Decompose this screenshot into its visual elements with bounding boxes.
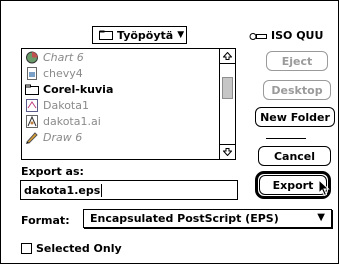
button-divider (266, 138, 306, 139)
scroll-up-icon[interactable] (220, 49, 235, 64)
cancel-button[interactable]: Cancel (258, 146, 331, 166)
list-item[interactable]: dakota1.ai (22, 113, 220, 129)
list-item[interactable]: Corel-kuvia (22, 81, 220, 97)
selected-only-checkbox[interactable]: Selected Only (21, 242, 122, 255)
folder-popup-label: Työpöytä (117, 28, 174, 42)
document-file-icon (25, 98, 39, 112)
new-folder-button[interactable]: New Folder (255, 107, 335, 127)
list-item[interactable]: Chart 6 (22, 49, 220, 65)
folder-popup[interactable]: Työpöytä ▼ (92, 26, 187, 44)
file-list-scrollbar[interactable] (219, 49, 235, 159)
list-item[interactable]: chevy4 (22, 65, 220, 81)
disk-label: ISO QUU (271, 29, 324, 42)
scroll-down-icon[interactable] (220, 144, 235, 159)
export-as-label: Export as: (21, 165, 84, 178)
format-value: Encapsulated PostScript (EPS) (90, 212, 279, 225)
eject-button[interactable]: Eject (266, 51, 328, 71)
list-item[interactable]: Draw 6 (22, 129, 220, 145)
selected-only-label: Selected Only (36, 242, 122, 255)
disk-indicator: ISO QUU (249, 29, 323, 42)
text-caret (101, 183, 103, 197)
chart-file-icon (25, 51, 39, 64)
file-list[interactable]: Chart 6 chevy4 Corel-kuvia Dakota1 dakot… (21, 48, 236, 160)
filename-value: dakota1.eps (24, 183, 101, 197)
list-item[interactable]: Dakota1 (22, 97, 220, 113)
desktop-button[interactable]: Desktop (263, 80, 331, 100)
format-label: Format: (21, 214, 70, 227)
folder-icon (99, 30, 113, 40)
image-file-icon (25, 66, 39, 80)
mouse-pointer-icon (318, 178, 330, 197)
disk-icon (249, 31, 267, 40)
export-button[interactable]: Export (259, 175, 327, 195)
checkbox-box[interactable] (21, 243, 32, 254)
format-dropdown[interactable]: Encapsulated PostScript (EPS) ▼ (83, 209, 332, 228)
export-dialog: Työpöytä ▼ ISO QUU Chart 6 chevy4 Corel-… (0, 0, 339, 264)
chevron-down-icon: ▼ (177, 30, 185, 40)
filename-field[interactable]: dakota1.eps (20, 180, 238, 200)
chevron-down-icon: ▼ (317, 212, 325, 223)
folder-icon (25, 83, 39, 96)
illustrator-file-icon (25, 114, 39, 128)
draw-app-icon (25, 131, 39, 144)
scroll-thumb[interactable] (222, 77, 233, 99)
